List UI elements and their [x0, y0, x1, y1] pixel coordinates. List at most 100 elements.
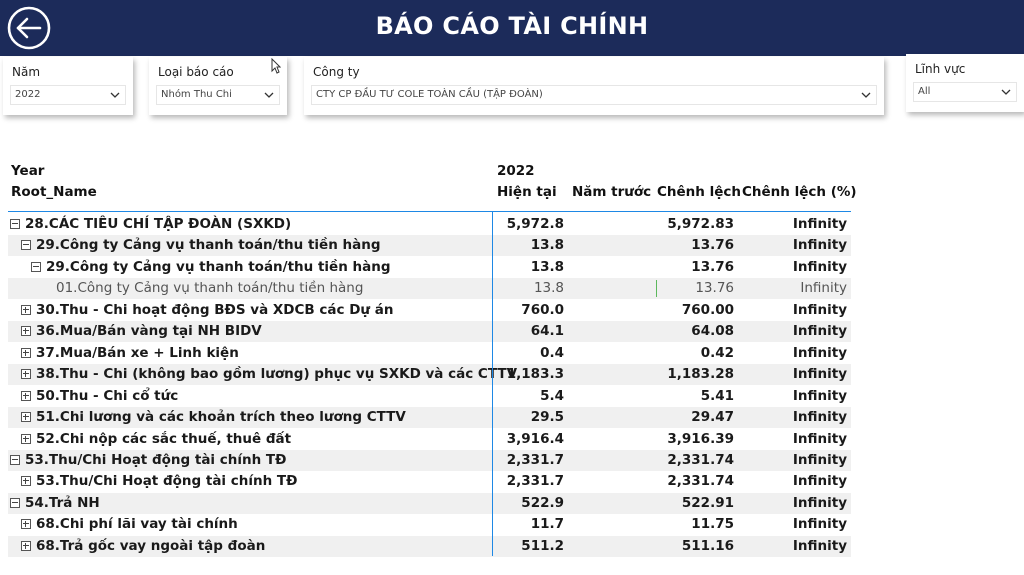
row-label: 68.Chi phí lãi vay tài chính	[36, 516, 238, 533]
table-row[interactable]: 30.Thu - Chi hoạt động BĐS và XDCB các D…	[8, 300, 851, 321]
cell-diff-pct: Infinity	[792, 516, 847, 533]
row-label: 30.Thu - Chi hoạt động BĐS và XDCB các D…	[36, 301, 394, 318]
company-slicer: Công ty CTY CP ĐẦU TƯ COLE TOÀN CẦU (TẬP…	[304, 57, 884, 115]
row-label: 37.Mua/Bán xe + Linh kiện	[36, 344, 239, 361]
company-slicer-label: Công ty	[313, 65, 360, 79]
row-label: 29.Công ty Cảng vụ thanh toán/thu tiền h…	[36, 237, 381, 254]
cell-diff: 511.16	[681, 537, 734, 554]
collapse-minus-icon[interactable]	[10, 454, 20, 465]
table-row[interactable]: 53.Thu/Chi Hoạt động tài chính TĐ 2,331.7…	[8, 471, 851, 492]
expand-plus-icon[interactable]	[21, 433, 31, 444]
table-row[interactable]: 29.Công ty Cảng vụ thanh toán/thu tiền h…	[8, 235, 851, 257]
cell-diff-pct: Infinity	[792, 494, 847, 511]
cell-diff: 2,331.74	[667, 473, 734, 490]
row-label: 53.Thu/Chi Hoạt động tài chính TĐ	[36, 473, 298, 490]
cell-diff: 11.75	[691, 516, 734, 533]
table-row[interactable]: 68.Trả gốc vay ngoài tập đoàn 511.2 511.16…	[8, 535, 851, 557]
row-label: 51.Chi lương và các khoản trích theo lươ…	[36, 409, 406, 426]
column-header-diff-pct[interactable]: Chênh lệch (%)	[742, 184, 857, 200]
table-row[interactable]: 38.Thu - Chi (không bao gồm lương) phục …	[8, 364, 851, 386]
year-dropdown[interactable]: 2022	[10, 85, 126, 105]
cell-diff: 522.91	[681, 494, 734, 511]
column-header-diff[interactable]: Chênh lệch	[657, 184, 741, 200]
cell-diff-pct: Infinity	[792, 387, 847, 404]
cell-diff-pct: Infinity	[792, 301, 847, 318]
row-label: 50.Thu - Chi cổ tức	[36, 387, 179, 404]
field-dropdown-value: All	[918, 86, 931, 97]
cell-diff-pct: Infinity	[792, 409, 847, 426]
cell-current: 5.4	[540, 387, 564, 404]
cell-current: 13.8	[530, 258, 564, 275]
collapse-minus-icon[interactable]	[31, 261, 41, 272]
collapse-minus-icon[interactable]	[10, 219, 20, 229]
table-row[interactable]: 68.Chi phí lãi vay tài chính 11.7 11.75 Inf…	[8, 514, 851, 535]
company-dropdown-value: CTY CP ĐẦU TƯ COLE TOÀN CẦU (TẬP ĐOÀN)	[316, 89, 543, 100]
cell-current: 760.0	[521, 301, 564, 318]
row-label: 53.Thu/Chi Hoạt động tài chính TĐ	[25, 451, 287, 468]
column-header-previous[interactable]: Năm trước	[572, 184, 651, 200]
collapse-minus-icon[interactable]	[10, 497, 20, 508]
cell-current: 522.9	[521, 494, 564, 511]
cell-diff: 64.08	[691, 323, 734, 340]
cell-current: 11.7	[530, 516, 564, 533]
report-type-slicer-label: Loại báo cáo	[158, 65, 234, 79]
expand-plus-icon[interactable]	[21, 390, 31, 401]
table-row[interactable]: 37.Mua/Bán xe + Linh kiện 0.4 0.42 Infinity	[8, 343, 851, 364]
table-row[interactable]: 52.Chi nộp các sắc thuế, thuê đất 3,916.4…	[8, 429, 851, 450]
table-row[interactable]: 54.Trả NH 522.9 522.91 Infinity	[8, 492, 851, 514]
cell-diff-pct: Infinity	[792, 451, 847, 468]
expand-plus-icon[interactable]	[21, 304, 31, 315]
cell-diff-pct: Infinity	[792, 237, 847, 254]
field-slicer: Lĩnh vực All	[906, 54, 1024, 112]
cell-diff: 13.76	[695, 280, 734, 297]
chevron-down-icon	[264, 92, 274, 98]
report-header: BÁO CÁO TÀI CHÍNH	[0, 0, 1024, 56]
row-label: 38.Thu - Chi (không bao gồm lương) phục …	[36, 366, 518, 383]
cell-current: 0.4	[540, 344, 564, 361]
report-type-slicer: Loại báo cáo Nhóm Thu Chi	[149, 57, 287, 115]
column-header-current[interactable]: Hiện tại	[497, 184, 557, 200]
cell-current: 3,916.4	[506, 430, 564, 447]
cell-diff: 5,972.83	[667, 216, 734, 232]
cell-diff-pct: Infinity	[800, 280, 847, 297]
chevron-down-icon	[110, 92, 120, 98]
table-row[interactable]: 51.Chi lương và các khoản trích theo lươ…	[8, 407, 851, 429]
row-header-root-name: Root_Name	[11, 184, 97, 200]
cell-diff-pct: Infinity	[792, 323, 847, 340]
row-label: 54.Trả NH	[25, 494, 100, 511]
company-dropdown[interactable]: CTY CP ĐẦU TƯ COLE TOÀN CẦU (TẬP ĐOÀN)	[311, 85, 877, 105]
table-row[interactable]: 50.Thu - Chi cổ tức 5.4 5.41 Infinity	[8, 386, 851, 407]
report-type-dropdown[interactable]: Nhóm Thu Chi	[156, 85, 280, 105]
table-row[interactable]: 01.Công ty Cảng vụ thanh toán/thu tiền h…	[8, 278, 851, 300]
expand-plus-icon[interactable]	[21, 369, 31, 380]
cell-current: 64.1	[530, 323, 564, 340]
cell-diff: 13.76	[691, 258, 734, 275]
mouse-cursor-icon	[271, 58, 281, 74]
expand-plus-icon[interactable]	[21, 476, 31, 487]
cell-current: 5,972.8	[506, 216, 564, 232]
table-row[interactable]: 53.Thu/Chi Hoạt động tài chính TĐ 2,331.7…	[8, 449, 851, 471]
expand-plus-icon[interactable]	[21, 347, 31, 358]
report-type-dropdown-value: Nhóm Thu Chi	[161, 89, 232, 100]
expand-plus-icon[interactable]	[21, 326, 31, 337]
cell-diff: 3,916.39	[667, 430, 734, 447]
cell-diff-pct: Infinity	[792, 366, 847, 383]
cell-current: 2,331.7	[506, 473, 564, 490]
expand-plus-icon[interactable]	[21, 412, 31, 423]
cell-diff-pct: Infinity	[792, 537, 847, 554]
cell-diff-pct: Infinity	[792, 258, 847, 275]
table-row[interactable]: 36.Mua/Bán vàng tại NH BIDV 64.1 64.08 Infi…	[8, 321, 851, 343]
field-dropdown[interactable]: All	[913, 82, 1017, 102]
cell-current: 511.2	[521, 537, 564, 554]
expand-plus-icon[interactable]	[21, 519, 31, 530]
cell-current: 13.8	[533, 280, 564, 297]
cell-diff: 2,331.74	[667, 451, 734, 468]
cell-diff-pct: Infinity	[792, 216, 847, 232]
table-row[interactable]: 29.Công ty Cảng vụ thanh toán/thu tiền h…	[8, 257, 851, 278]
table-row[interactable]: 28.CÁC TIÊU CHÍ TẬP ĐOÀN (SXKD) 5,972.8 5,…	[8, 214, 851, 235]
collapse-minus-icon[interactable]	[21, 240, 31, 251]
row-label: 52.Chi nộp các sắc thuế, thuê đất	[36, 430, 292, 447]
page-title: BÁO CÁO TÀI CHÍNH	[375, 12, 649, 40]
cell-current: 1,183.3	[506, 366, 564, 383]
expand-plus-icon[interactable]	[21, 540, 31, 551]
